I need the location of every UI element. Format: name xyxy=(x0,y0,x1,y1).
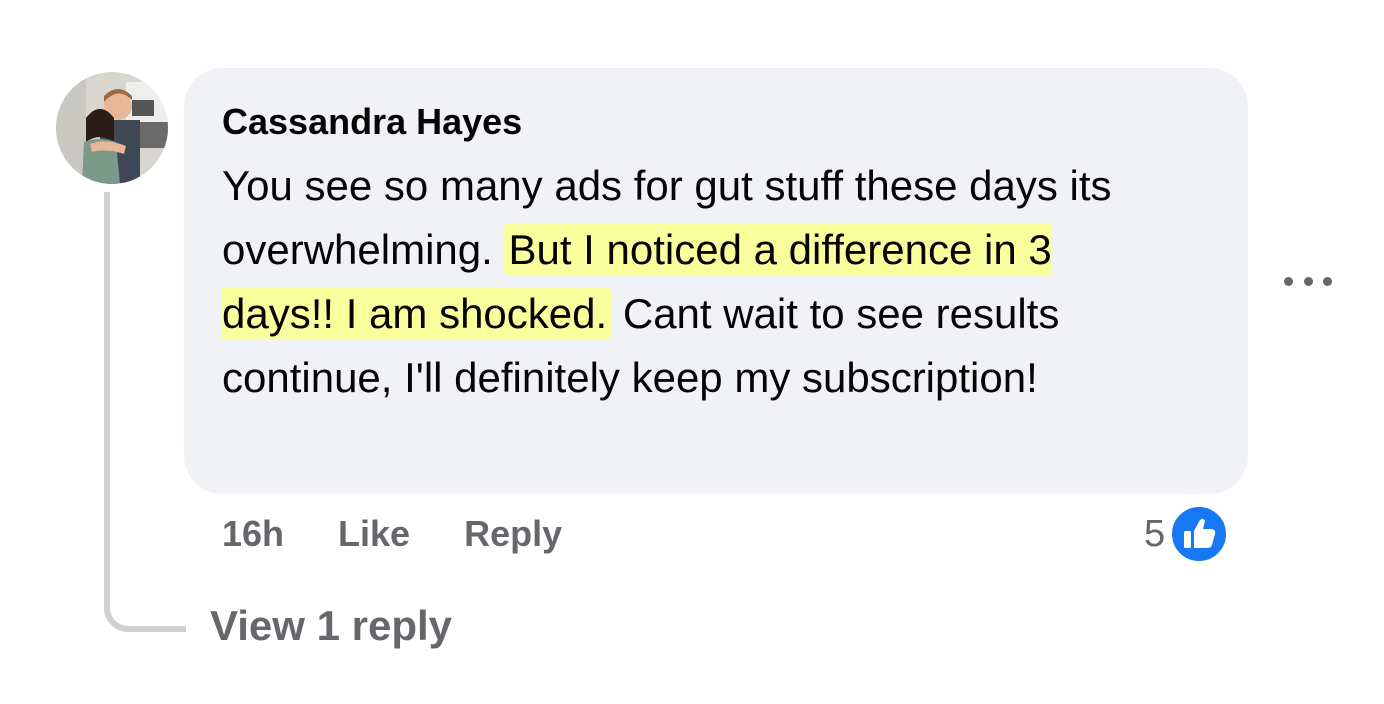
comment-timestamp[interactable]: 16h xyxy=(222,510,284,558)
view-replies-link[interactable]: View 1 reply xyxy=(210,598,452,654)
more-dot xyxy=(1303,276,1313,286)
more-dot xyxy=(1323,276,1332,286)
comment-actions: 16h Like Reply xyxy=(222,510,562,558)
thumbs-up-icon xyxy=(1170,505,1229,563)
reply-button[interactable]: Reply xyxy=(464,510,562,558)
more-options-icon[interactable] xyxy=(1284,266,1332,296)
reaction-summary[interactable]: 5 xyxy=(1144,504,1229,564)
avatar[interactable] xyxy=(56,72,168,184)
like-button[interactable]: Like xyxy=(338,510,410,558)
thread-connector-line xyxy=(104,192,186,632)
comment-author[interactable]: Cassandra Hayes xyxy=(222,100,1218,144)
comment-text: You see so many ads for gut stuff these … xyxy=(222,154,1142,410)
reaction-count: 5 xyxy=(1144,513,1166,555)
more-dot xyxy=(1284,276,1293,286)
comment-bubble: Cassandra Hayes You see so many ads for … xyxy=(184,68,1248,494)
